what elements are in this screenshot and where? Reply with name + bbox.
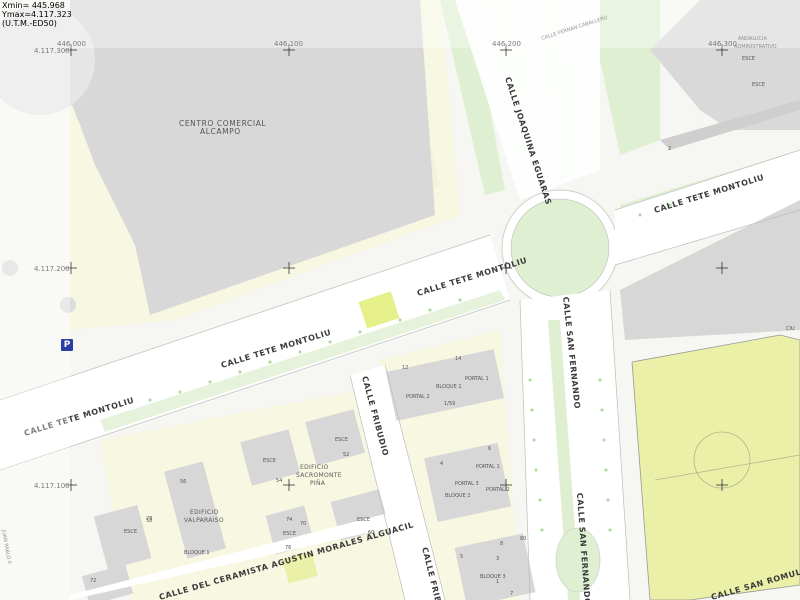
number-72: 72: [90, 578, 96, 584]
grid-x-label-2: 446.100: [274, 40, 303, 48]
roundabout-center: [510, 198, 610, 298]
number-60: 60: [368, 530, 374, 536]
number-54: 54: [276, 478, 282, 484]
left-circle-2: [60, 297, 76, 313]
label-esce-2: ESCE: [263, 458, 276, 464]
label-edificio-sacromonte-1: EDIFICIO: [300, 464, 328, 471]
grid-x-label-3: 446.200: [492, 40, 521, 48]
label-alcampo: ALCAMPO: [200, 127, 241, 136]
label-ciu: CIU: [786, 326, 795, 332]
label-portal-2: PORTAL 2: [406, 394, 430, 400]
number-3: 3: [496, 556, 499, 562]
label-bloque-lot: BLOQUE 1: [184, 550, 210, 556]
football-field: [631, 334, 800, 600]
extent-crs: (U.T.M.-ED50): [2, 19, 57, 28]
map-view[interactable]: 446.000 446.100 446.200 446.300 4.117.30…: [0, 0, 800, 600]
number-8: 8: [500, 541, 503, 547]
number-1-59: 1/59: [444, 401, 455, 407]
label-portal-3: PORTAL 3: [455, 481, 479, 487]
label-portal-1b: PORTAL 1: [476, 464, 500, 470]
extent-xmin: Xmin= 445.968: [2, 1, 65, 10]
parking-icon[interactable]: P: [61, 339, 73, 351]
label-edificio-valparaiso-1: EDIFICIO: [190, 509, 218, 516]
number-52: 52: [343, 452, 349, 458]
left-circle-1: [2, 260, 18, 276]
south-roundabout: [555, 527, 601, 593]
extent-info: Xmin= 445.968 Ymax=4.117.323 (U.T.M.-ED5…: [2, 1, 72, 28]
number-1: 1: [496, 579, 499, 585]
number-14: 14: [455, 356, 461, 362]
label-esce-3: ESCE: [357, 517, 370, 523]
number-5: 5: [460, 554, 463, 560]
number-4: 4: [440, 461, 443, 467]
number-7: 7: [510, 591, 513, 597]
label-portal-2b: PORTAL 2: [486, 487, 510, 493]
grid-y-label-3: 4.117.100: [34, 482, 70, 490]
label-edificio-sacromonte-2: SACROMONTE: [296, 472, 342, 479]
label-esce-1: ESCE: [335, 437, 348, 443]
label-esce-4: ESCE: [283, 531, 296, 537]
label-bloque-2: BLOQUE 2: [445, 493, 471, 499]
label-esc-top-2: ESCE: [752, 82, 765, 88]
label-administrativo: ADMINISTRATIVO: [734, 44, 777, 50]
label-edificio-sacromonte-3: PIÑA: [310, 480, 326, 487]
extent-ymax: Ymax=4.117.323: [2, 10, 72, 19]
number-56: 56: [180, 479, 186, 485]
number-2: 2: [668, 146, 671, 152]
label-esce-5: ESCE: [124, 529, 137, 535]
label-edificio-valparaiso-2: VALPARAISO: [184, 517, 224, 524]
grid-x-label-4: 446.300: [708, 40, 737, 48]
map-canvas: 446.000 446.100 446.200 446.300 4.117.30…: [0, 0, 800, 600]
number-78: 78: [146, 516, 152, 522]
number-76: 76: [285, 545, 291, 551]
number-80: 80: [520, 536, 526, 542]
label-andalucia: ANDALUCIA: [738, 36, 768, 42]
label-bloque-1: BLOQUE 1: [436, 384, 462, 390]
label-bloque-3: BLOQUE 3: [480, 574, 506, 580]
label-esc-top-1: ESCE: [742, 56, 755, 62]
grid-y-label-1: 4.117.300: [34, 47, 70, 55]
number-74: 74: [286, 517, 292, 523]
number-12: 12: [402, 365, 408, 371]
grid-y-label-2: 4.117.200: [34, 265, 70, 273]
label-portal-1: PORTAL 1: [465, 376, 489, 382]
number-6: 6: [488, 446, 491, 452]
number-70: 70: [300, 521, 306, 527]
